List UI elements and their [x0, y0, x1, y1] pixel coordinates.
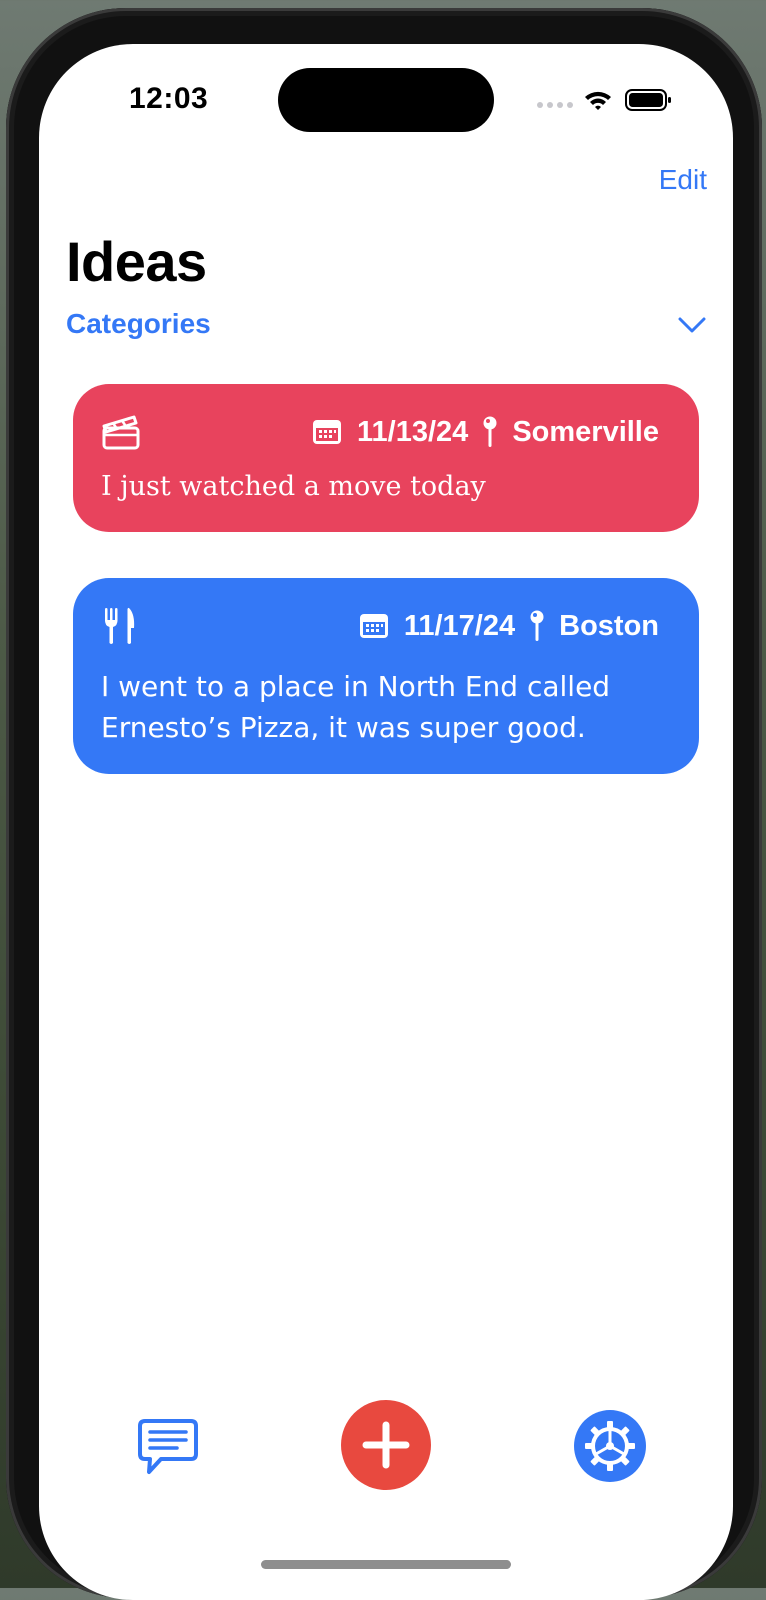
cellular-signal-icon	[537, 102, 573, 108]
card-meta: 11/13/24 Somerville	[311, 412, 659, 452]
categories-dropdown[interactable]: Categories	[66, 306, 706, 350]
status-bar: 12:03	[39, 44, 733, 154]
calendar-icon	[313, 420, 342, 444]
gear-icon	[585, 1421, 635, 1471]
clapperboard-icon	[102, 415, 140, 450]
phone-frame: 12:03 Edit Ideas Categories 11/13/24 Som…	[6, 8, 762, 1600]
card-date: 11/13/24	[357, 415, 469, 448]
card-location: Boston	[559, 609, 659, 642]
chevron-down-icon	[678, 317, 706, 333]
card-date: 11/17/24	[403, 609, 516, 642]
add-idea-button[interactable]	[341, 1400, 431, 1490]
status-time: 12:03	[129, 82, 209, 115]
card-text: I went to a place in North End called Er…	[101, 670, 611, 744]
location-pin-icon	[530, 610, 544, 641]
battery-icon	[625, 89, 671, 111]
location-pin-icon	[483, 416, 497, 447]
categories-label: Categories	[66, 308, 211, 339]
page-title: Ideas	[66, 230, 207, 293]
edit-button[interactable]: Edit	[659, 164, 707, 196]
idea-card[interactable]: 11/17/24 Boston I went to a place in Nor…	[73, 578, 699, 774]
card-text: I just watched a move today	[101, 471, 486, 502]
message-bubble-icon[interactable]	[137, 1418, 199, 1476]
tab-bar	[39, 1394, 733, 1514]
plus-icon	[362, 1421, 410, 1469]
card-meta: 11/17/24 Boston	[358, 606, 659, 646]
fork-knife-icon	[105, 607, 135, 644]
app-screen: 12:03 Edit Ideas Categories 11/13/24 Som…	[39, 44, 733, 1600]
calendar-icon	[359, 614, 388, 638]
dynamic-island	[278, 68, 494, 132]
idea-card[interactable]: 11/13/24 Somerville I just watched a mov…	[73, 384, 699, 532]
card-location: Somerville	[512, 415, 659, 448]
home-indicator[interactable]	[261, 1560, 511, 1569]
settings-button[interactable]	[574, 1410, 646, 1482]
wifi-icon	[585, 91, 611, 110]
